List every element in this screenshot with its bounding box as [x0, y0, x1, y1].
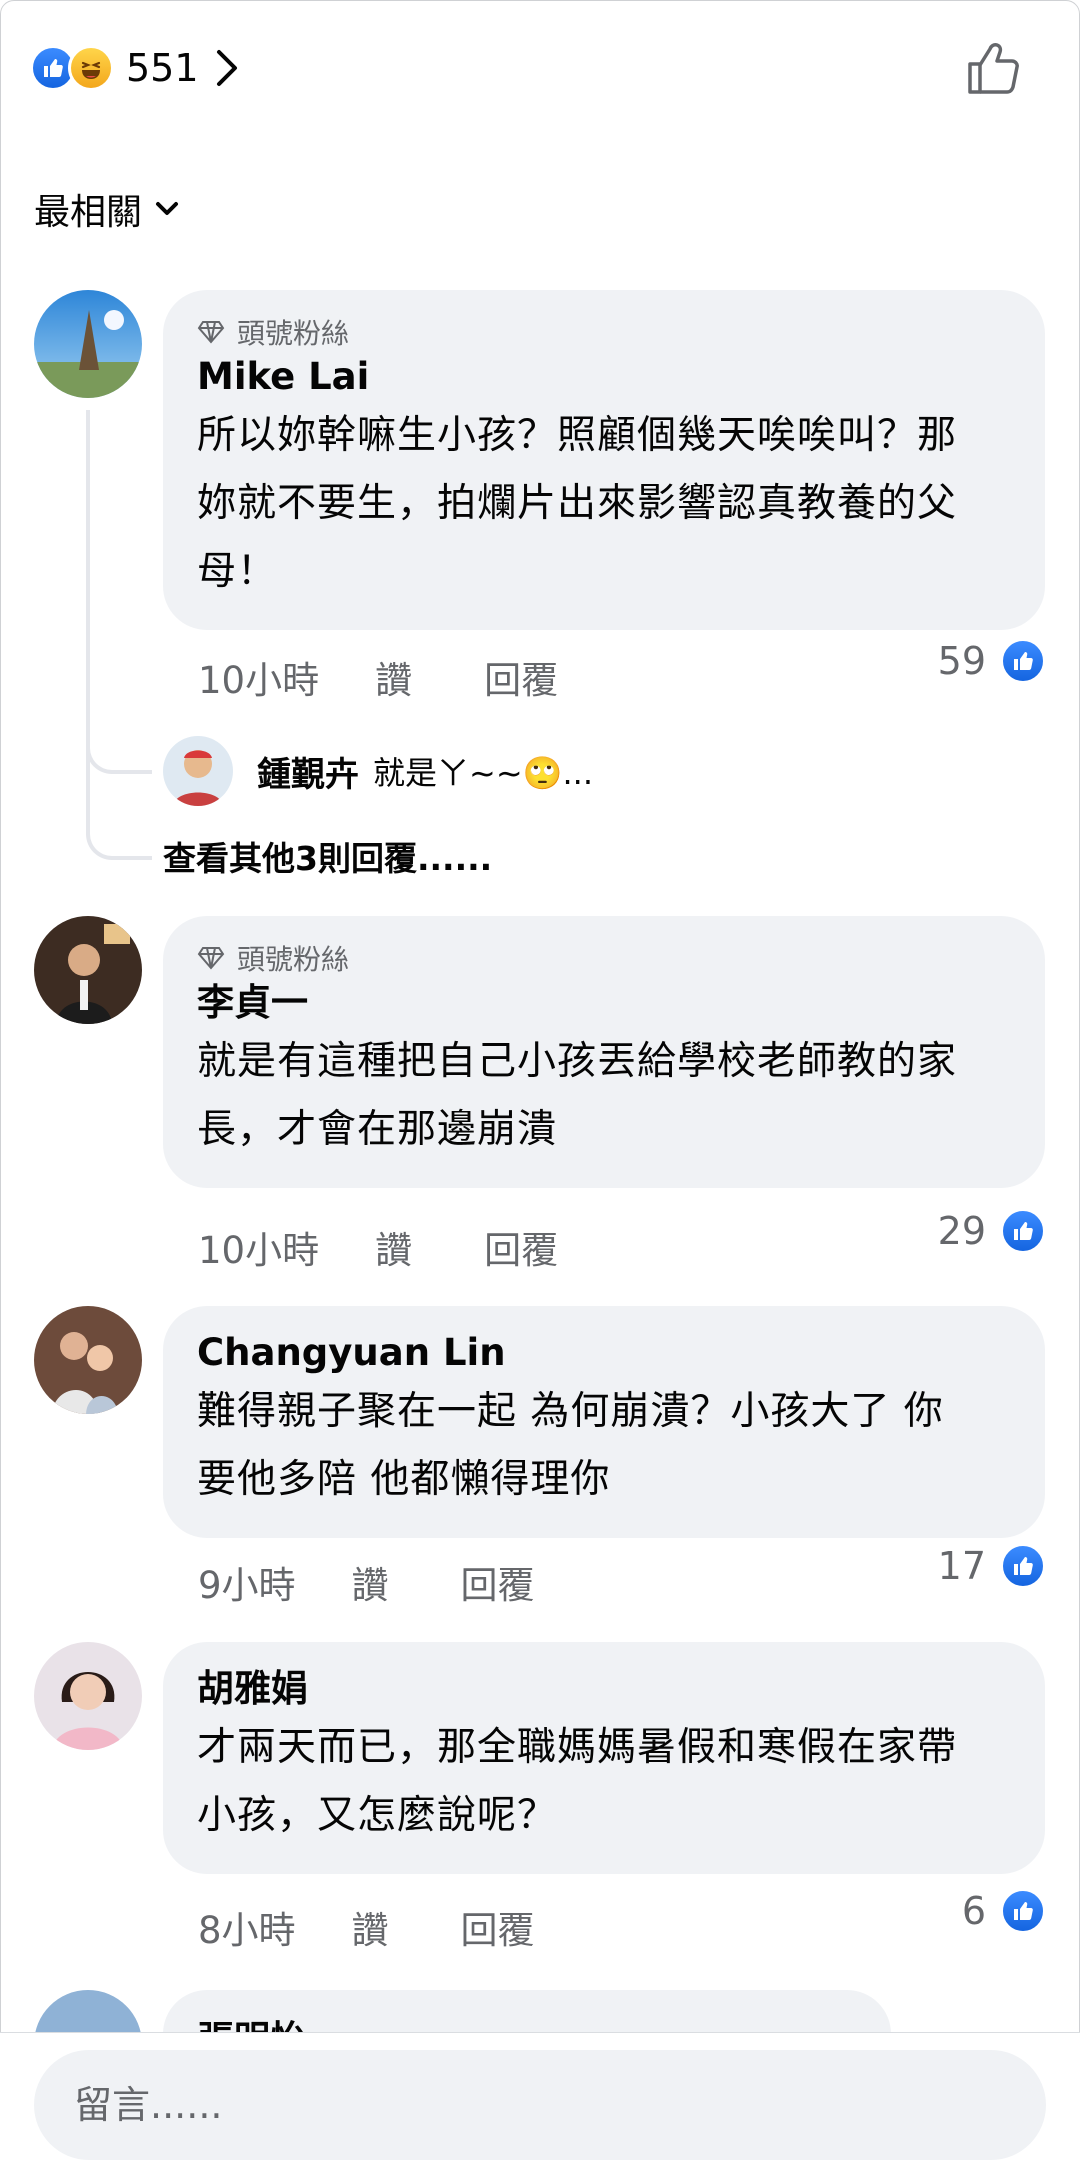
comment-like-count[interactable]: 29 — [938, 1208, 1046, 1254]
avatar[interactable] — [34, 1306, 142, 1414]
diamond-icon — [197, 947, 225, 970]
avatar[interactable] — [34, 1642, 142, 1750]
comment-composer[interactable] — [34, 2050, 1046, 2160]
comment-author[interactable]: 李貞一 — [197, 978, 1011, 1028]
comment-like-count[interactable]: 6 — [962, 1888, 1046, 1934]
comment-text: 所以妳幹嘛生小孩？照顧個幾天唉唉叫？那 妳就不要生，拍爛片出來影響認真教養的父 … — [197, 413, 958, 594]
comment-bubble: Changyuan Lin 難得親子聚在一起 為何崩潰？小孩大了 你 要他多陪 … — [163, 1306, 1045, 1538]
comment-author[interactable]: Mike Lai — [197, 352, 1011, 402]
reply-button[interactable]: 回覆 — [461, 1900, 535, 1954]
comment-time: 9小時 — [198, 1564, 296, 1607]
reply-author[interactable]: 鍾覲卉 — [257, 747, 359, 796]
comment-like-count[interactable]: 17 — [938, 1543, 1046, 1589]
reaction-count: 551 — [126, 46, 199, 90]
reaction-summary[interactable]: 551 — [30, 40, 241, 96]
avatar[interactable] — [163, 736, 233, 806]
reply-text: 就是ㄚ~~🙄... — [373, 754, 593, 792]
like-button[interactable]: 讚 — [375, 1220, 412, 1274]
thread-connector — [86, 740, 152, 774]
comment-actions: 10小時 讚 回覆 — [198, 1220, 558, 1274]
comment-bubble: 頭號粉絲 Mike Lai 所以妳幹嘛生小孩？照顧個幾天唉唉叫？那 妳就不要生，… — [163, 290, 1045, 630]
sort-label: 最相關 — [34, 192, 143, 233]
comment-time: 8小時 — [198, 1909, 296, 1952]
comment-actions: 10小時 讚 回覆 — [198, 650, 558, 704]
thread-line — [86, 410, 90, 830]
reply-button[interactable]: 回覆 — [484, 650, 558, 704]
comment-author[interactable]: Changyuan Lin — [197, 1328, 1011, 1378]
view-more-replies[interactable]: 查看其他3則回覆...... — [163, 832, 492, 880]
sort-dropdown[interactable]: 最相關 — [34, 183, 180, 235]
comment-text: 就是有這種把自己小孩丟給學校老師教的家 長，才會在那邊崩潰 — [197, 1039, 958, 1152]
avatar[interactable] — [34, 916, 142, 1024]
comment-input[interactable] — [72, 2082, 1046, 2128]
like-reaction-icon — [1000, 638, 1046, 684]
like-reaction-icon — [1000, 1888, 1046, 1934]
chevron-down-icon — [156, 202, 179, 215]
reply-preview[interactable]: 鍾覲卉 就是ㄚ~~🙄... — [163, 736, 593, 806]
comment-text: 難得親子聚在一起 為何崩潰？小孩大了 你 要他多陪 他都懶得理你 — [197, 1389, 944, 1502]
top-fan-badge: 頭號粉絲 — [197, 938, 1011, 978]
comment-text: 才兩天而已，那全職媽媽暑假和寒假在家帶 小孩，又怎麼說呢？ — [197, 1725, 958, 1838]
comment-like-count[interactable]: 59 — [938, 638, 1046, 684]
comment-time: 10小時 — [198, 1229, 320, 1272]
comment-bubble: 胡雅娟 才兩天而已，那全職媽媽暑假和寒假在家帶 小孩，又怎麼說呢？ — [163, 1642, 1045, 1874]
comment-bubble: 頭號粉絲 李貞一 就是有這種把自己小孩丟給學校老師教的家 長，才會在那邊崩潰 — [163, 916, 1045, 1188]
diamond-icon — [197, 321, 225, 344]
reply-button[interactable]: 回覆 — [484, 1220, 558, 1274]
avatar[interactable] — [34, 290, 142, 398]
thread-connector — [86, 826, 152, 860]
badge-label: 頭號粉絲 — [237, 943, 350, 976]
comment-author[interactable]: 胡雅娟 — [197, 1664, 1011, 1714]
like-button[interactable]: 讚 — [375, 650, 412, 704]
top-fan-badge: 頭號粉絲 — [197, 312, 1011, 352]
haha-reaction-icon — [68, 45, 114, 91]
comment-actions: 8小時 讚 回覆 — [198, 1900, 535, 1954]
like-reaction-icon — [1000, 1543, 1046, 1589]
thumbs-up-outline-icon[interactable] — [964, 38, 1024, 98]
comment-actions: 9小時 讚 回覆 — [198, 1555, 535, 1609]
like-button[interactable]: 讚 — [352, 1900, 389, 1954]
badge-label: 頭號粉絲 — [237, 317, 350, 350]
comment-time: 10小時 — [198, 659, 320, 702]
chevron-right-icon — [216, 50, 237, 86]
like-reaction-icon — [1000, 1208, 1046, 1254]
reply-button[interactable]: 回覆 — [461, 1555, 535, 1609]
like-button[interactable]: 讚 — [352, 1555, 389, 1609]
